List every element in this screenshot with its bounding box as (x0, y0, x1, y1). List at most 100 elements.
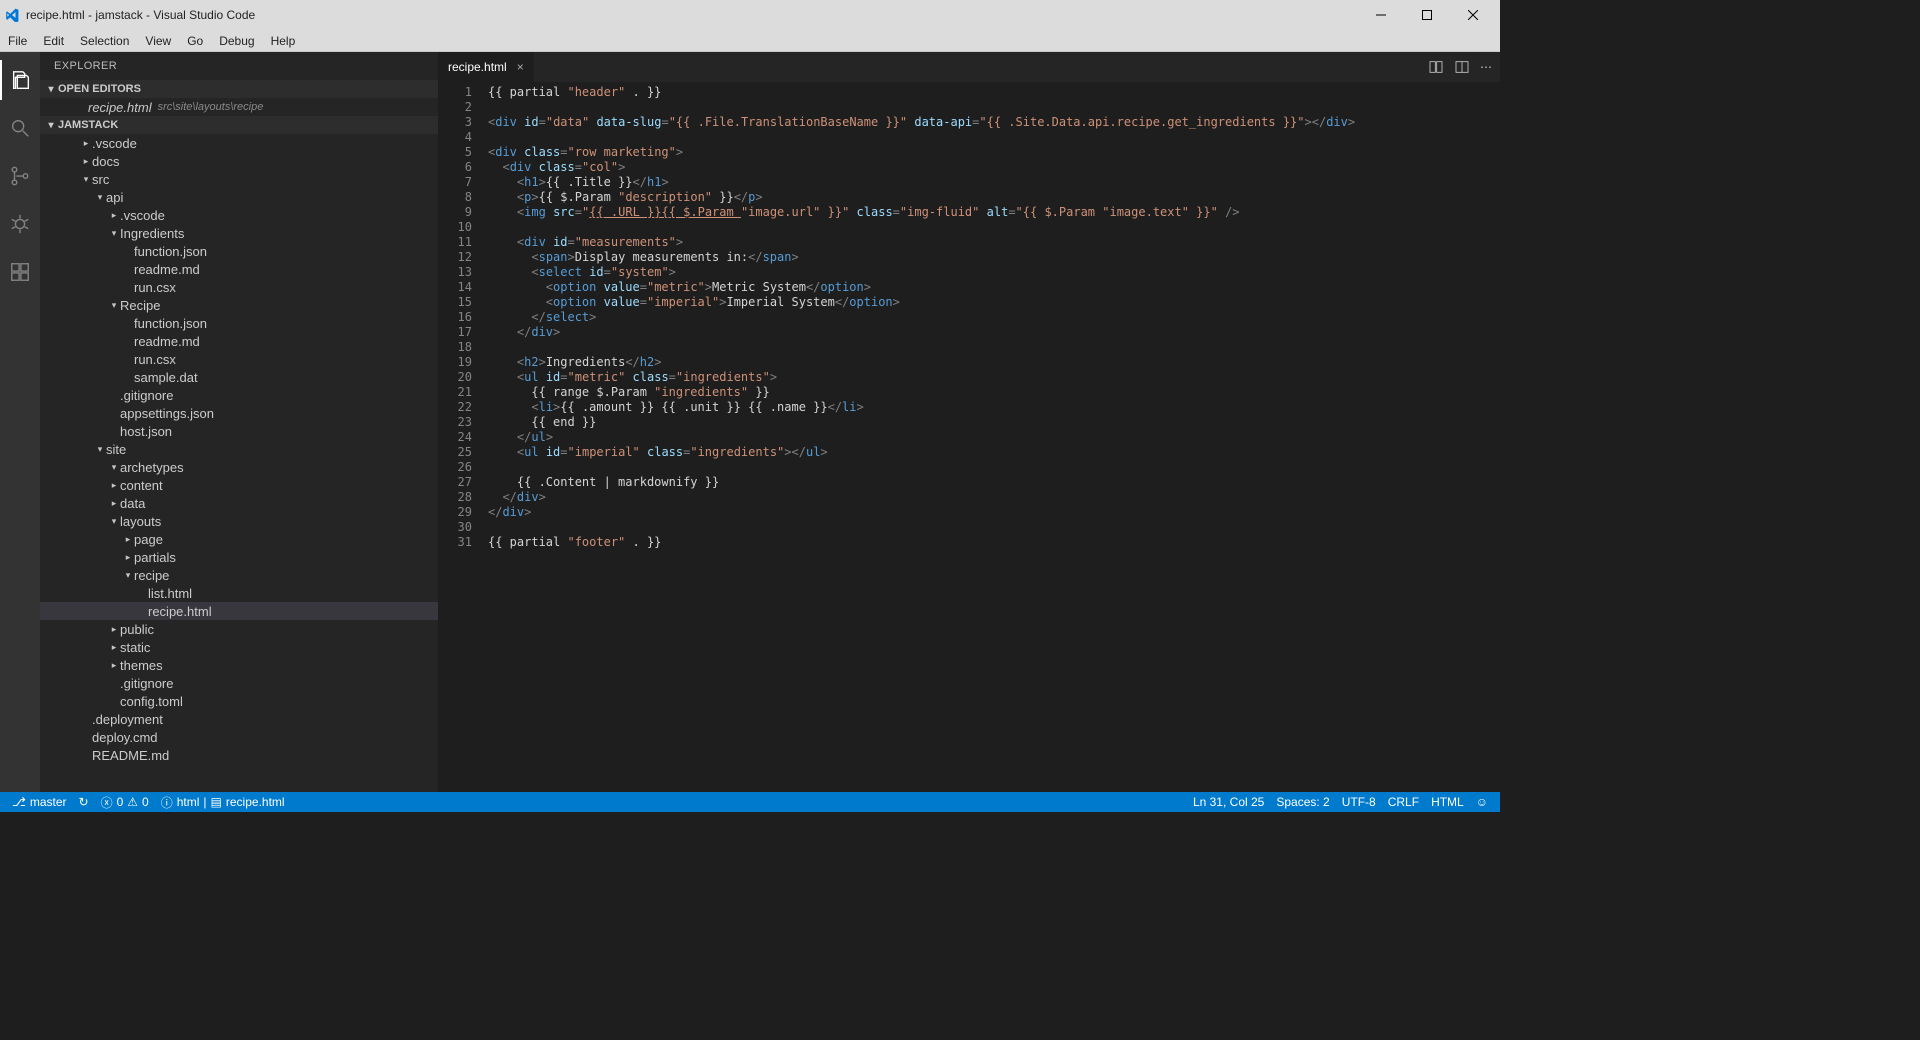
status-bar: ⎇ master ↻ ⓧ0 ⚠0 ⓘ html | ▤ recipe.html … (0, 792, 1500, 812)
folder-recipe[interactable]: ▾recipe (40, 566, 438, 584)
file-list.html[interactable]: list.html (40, 584, 438, 602)
split-editor-icon[interactable] (1454, 59, 1470, 75)
file-readme.md[interactable]: README.md (40, 746, 438, 764)
file-run.csx[interactable]: run.csx (40, 278, 438, 296)
menu-go[interactable]: Go (179, 32, 211, 50)
chevron-right-icon: ▸ (108, 498, 120, 509)
source-control-icon[interactable] (0, 156, 40, 196)
cursor-position[interactable]: Ln 31, Col 25 (1187, 795, 1270, 809)
info-icon: ⓘ (161, 794, 173, 811)
tree-item-label: host.json (120, 424, 172, 439)
indentation[interactable]: Spaces: 2 (1270, 795, 1335, 809)
folder-data[interactable]: ▸data (40, 494, 438, 512)
tab-label: recipe.html (448, 60, 507, 74)
encoding[interactable]: UTF-8 (1336, 795, 1382, 809)
file-function.json[interactable]: function.json (40, 314, 438, 332)
minimize-button[interactable] (1358, 0, 1404, 30)
file-function.json[interactable]: function.json (40, 242, 438, 260)
editor-group: recipe.html × ⋯ 123456789101112131415161… (438, 52, 1500, 792)
close-icon[interactable]: × (517, 60, 524, 74)
file-recipe.html[interactable]: recipe.html (40, 602, 438, 620)
folder-api[interactable]: ▾api (40, 188, 438, 206)
file-.gitignore[interactable]: .gitignore (40, 386, 438, 404)
folder-public[interactable]: ▸public (40, 620, 438, 638)
explorer-icon[interactable] (0, 60, 40, 100)
language-mode[interactable]: HTML (1425, 795, 1470, 809)
maximize-button[interactable] (1404, 0, 1450, 30)
chevron-right-icon: ▸ (108, 480, 120, 491)
tree-item-label: partials (134, 550, 176, 565)
chevron-down-icon: ▾ (44, 84, 58, 95)
tree-item-label: run.csx (134, 352, 176, 367)
file-readme.md[interactable]: readme.md (40, 332, 438, 350)
sync-button[interactable]: ↻ (73, 795, 95, 809)
error-count: 0 (117, 795, 124, 809)
menu-debug[interactable]: Debug (211, 32, 262, 50)
folder-.vscode[interactable]: ▸.vscode (40, 206, 438, 224)
file-host.json[interactable]: host.json (40, 422, 438, 440)
folder-layouts[interactable]: ▾layouts (40, 512, 438, 530)
folder-static[interactable]: ▸static (40, 638, 438, 656)
folder-.vscode[interactable]: ▸.vscode (40, 134, 438, 152)
menu-file[interactable]: File (0, 32, 35, 50)
folder-archetypes[interactable]: ▾archetypes (40, 458, 438, 476)
tree-item-label: deploy.cmd (92, 730, 158, 745)
open-editor-item[interactable]: recipe.html src\site\layouts\recipe (40, 98, 438, 116)
title-bar: recipe.html - jamstack - Visual Studio C… (0, 0, 1500, 30)
file-.gitignore[interactable]: .gitignore (40, 674, 438, 692)
open-editor-path: src\site\layouts\recipe (158, 101, 264, 113)
file-icon: ▤ (211, 795, 222, 809)
feedback-icon[interactable]: ☺ (1470, 795, 1494, 809)
project-label: JAMSTACK (58, 119, 118, 131)
folder-site[interactable]: ▾site (40, 440, 438, 458)
problems[interactable]: ⓧ0 ⚠0 (95, 794, 155, 811)
menu-view[interactable]: View (137, 32, 179, 50)
chevron-down-icon: ▾ (80, 174, 92, 185)
debug-icon[interactable] (0, 204, 40, 244)
file-readme.md[interactable]: readme.md (40, 260, 438, 278)
chevron-down-icon: ▾ (94, 192, 106, 203)
file-run.csx[interactable]: run.csx (40, 350, 438, 368)
tree-item-label: themes (120, 658, 163, 673)
more-icon[interactable]: ⋯ (1480, 60, 1492, 74)
chevron-right-icon: ▸ (80, 156, 92, 167)
tree-item-label: readme.md (134, 334, 200, 349)
folder-content[interactable]: ▸content (40, 476, 438, 494)
chevron-right-icon: ▸ (80, 138, 92, 149)
error-icon: ⓧ (101, 794, 113, 811)
chevron-down-icon: ▾ (108, 462, 120, 473)
overview-ruler (1492, 82, 1500, 792)
project-header[interactable]: ▾ JAMSTACK (40, 116, 438, 134)
folder-docs[interactable]: ▸docs (40, 152, 438, 170)
chevron-down-icon: ▾ (122, 570, 134, 581)
folder-themes[interactable]: ▸themes (40, 656, 438, 674)
folder-page[interactable]: ▸page (40, 530, 438, 548)
folder-partials[interactable]: ▸partials (40, 548, 438, 566)
menu-help[interactable]: Help (263, 32, 304, 50)
extensions-icon[interactable] (0, 252, 40, 292)
file-config.toml[interactable]: config.toml (40, 692, 438, 710)
status-lang-file[interactable]: ⓘ html | ▤ recipe.html (155, 794, 291, 811)
git-branch[interactable]: ⎇ master (6, 795, 73, 809)
file-.deployment[interactable]: .deployment (40, 710, 438, 728)
folder-recipe[interactable]: ▾Recipe (40, 296, 438, 314)
eol[interactable]: CRLF (1382, 795, 1425, 809)
file-tree: ▸.vscode▸docs▾src▾api▸.vscode▾Ingredient… (40, 134, 438, 764)
file-sample.dat[interactable]: sample.dat (40, 368, 438, 386)
code-editor[interactable]: 1234567891011121314151617181920212223242… (438, 82, 1500, 792)
menu-bar: FileEditSelectionViewGoDebugHelp (0, 30, 1500, 52)
open-editors-header[interactable]: ▾ OPEN EDITORS (40, 80, 438, 98)
menu-selection[interactable]: Selection (72, 32, 137, 50)
tab-recipe-html[interactable]: recipe.html × (438, 52, 535, 82)
folder-src[interactable]: ▾src (40, 170, 438, 188)
compare-icon[interactable] (1428, 59, 1444, 75)
file-deploy.cmd[interactable]: deploy.cmd (40, 728, 438, 746)
sync-icon: ↻ (79, 795, 89, 809)
folder-ingredients[interactable]: ▾Ingredients (40, 224, 438, 242)
search-icon[interactable] (0, 108, 40, 148)
close-button[interactable] (1450, 0, 1496, 30)
status-file-left: recipe.html (226, 795, 285, 809)
tree-item-label: list.html (148, 586, 192, 601)
file-appsettings.json[interactable]: appsettings.json (40, 404, 438, 422)
menu-edit[interactable]: Edit (35, 32, 72, 50)
